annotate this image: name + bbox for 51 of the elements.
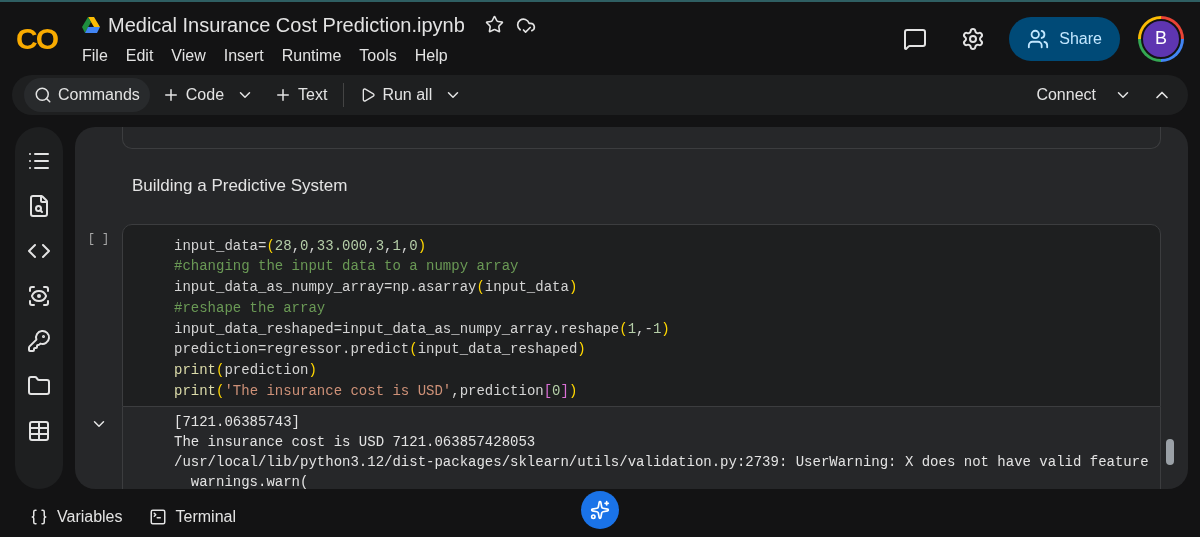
folder-icon[interactable] bbox=[27, 374, 51, 398]
play-icon bbox=[360, 87, 377, 103]
output-line: warnings.warn( bbox=[189, 472, 309, 489]
previous-cell[interactable] bbox=[122, 127, 1161, 149]
comment-icon[interactable] bbox=[903, 26, 928, 51]
output-line: [7121.06385743] bbox=[174, 412, 301, 432]
code-cell[interactable] bbox=[122, 223, 1161, 407]
key-icon[interactable] bbox=[27, 329, 51, 353]
sparkle-icon bbox=[590, 500, 610, 520]
output-line: The insurance cost is USD 7121.063857428053 bbox=[174, 432, 536, 452]
braces-icon bbox=[30, 508, 48, 526]
toolbar-button[interactable]: Code bbox=[155, 78, 231, 112]
toolbar-button[interactable]: Text bbox=[268, 78, 334, 112]
menu-item[interactable]: Help bbox=[414, 43, 448, 68]
execution-count[interactable]: [ ] bbox=[87, 229, 110, 248]
code-line: #changing the input data to a numpy array bbox=[174, 257, 519, 277]
scrollbar-thumb[interactable] bbox=[1166, 439, 1174, 465]
bottom-tab[interactable]: Variables bbox=[30, 505, 123, 529]
connect-button[interactable]: Connect bbox=[1036, 83, 1096, 107]
star-icon[interactable] bbox=[484, 15, 504, 34]
bottom-tab[interactable]: Terminal bbox=[148, 505, 236, 529]
find-icon[interactable] bbox=[27, 194, 51, 218]
menu-item[interactable]: Runtime bbox=[281, 43, 342, 68]
people-icon bbox=[1027, 27, 1050, 50]
gemini-button[interactable] bbox=[581, 491, 619, 529]
code-line: input_data_as_numpy_array=np.asarray(input_data) bbox=[174, 278, 578, 298]
menu-item[interactable]: Tools bbox=[359, 43, 397, 68]
search-icon bbox=[34, 86, 52, 104]
settings-icon[interactable] bbox=[961, 26, 986, 51]
logo[interactable]: CO bbox=[16, 16, 78, 61]
terminal-icon bbox=[148, 508, 167, 526]
menu-item[interactable]: File bbox=[82, 43, 108, 68]
code-line: #reshape the array bbox=[174, 298, 326, 318]
table-icon[interactable] bbox=[27, 419, 51, 443]
toolbar-button[interactable]: Run all bbox=[354, 78, 439, 112]
code-line: prediction=regressor.predict(input_data_reshaped) bbox=[174, 340, 586, 360]
code-line: input_data=(28,0,33.000,3,1,0) bbox=[174, 236, 427, 256]
code-line: print(prediction) bbox=[174, 361, 317, 381]
share-button[interactable]: Share bbox=[1009, 16, 1120, 61]
eye-icon[interactable] bbox=[27, 284, 51, 308]
drive-icon bbox=[82, 16, 100, 33]
code-line: input_data_reshaped=input_data_as_numpy_array.reshape(1,-1) bbox=[174, 319, 670, 339]
output-line: /usr/local/lib/python3.12/dist-packages/sklearn/utils/validation.py:2739: UserWarning: X does not have valid feature bbox=[174, 452, 1149, 472]
menu-item[interactable]: Edit bbox=[125, 43, 154, 68]
menu-item[interactable]: Insert bbox=[223, 43, 264, 68]
toolbar-button[interactable]: Commands bbox=[24, 78, 150, 112]
code-line: print('The insurance cost is USD',prediction[0]) bbox=[174, 382, 578, 402]
menu-item[interactable]: View bbox=[171, 43, 206, 68]
section-heading: Building a Predictive System bbox=[132, 175, 349, 197]
avatar[interactable]: B bbox=[1141, 18, 1181, 59]
notebook-title[interactable]: Medical Insurance Cost Prediction.ipynb bbox=[108, 9, 465, 40]
